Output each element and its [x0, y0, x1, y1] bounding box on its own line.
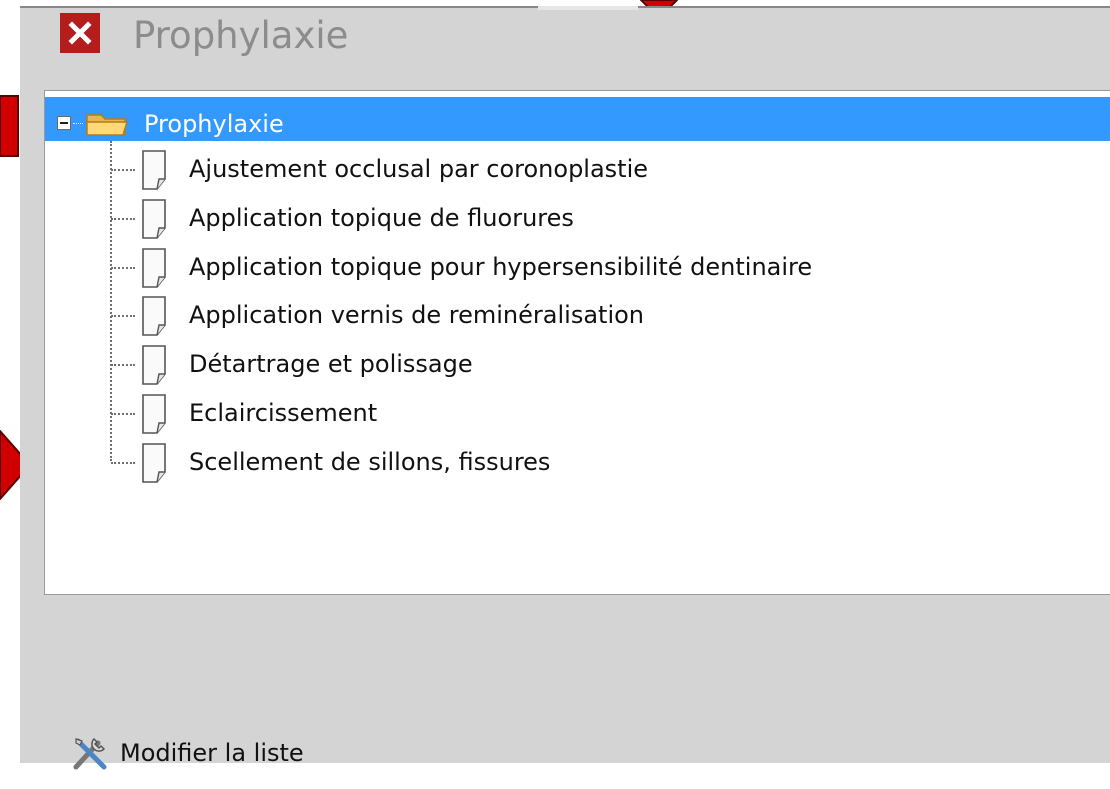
tree-item-label: Ajustement occlusal par coronoplastie [189, 155, 649, 183]
collapse-minus-icon[interactable] [57, 116, 71, 130]
document-icon [142, 150, 166, 190]
close-x-icon [68, 21, 92, 45]
tree-item-label: Eclaircissement [189, 399, 378, 427]
document-icon [142, 296, 166, 336]
document-icon [142, 394, 166, 434]
modify-list-label: Modifier la liste [120, 739, 304, 767]
tree-item-label: Application topique pour hypersensibilit… [189, 253, 813, 281]
tools-icon [73, 737, 107, 770]
tree-item[interactable]: Scellement de sillons, fissures [111, 438, 1110, 484]
tree-item[interactable]: Application vernis de reminéralisation [111, 291, 1110, 337]
tree-item-label: Application topique de fluorures [189, 204, 574, 232]
tree-connector [111, 267, 135, 269]
tree-item-label: Détartrage et polissage [189, 350, 473, 378]
window-title: Prophylaxie [133, 14, 349, 57]
tree-root-label: Prophylaxie [144, 110, 284, 138]
tree-item[interactable]: Ajustement occlusal par coronoplastie [111, 145, 1110, 191]
tree-view[interactable]: Prophylaxie Ajustement occlusal par coro… [44, 90, 1110, 595]
tree-item-label: Application vernis de reminéralisation [189, 301, 645, 329]
tree-item-label: Scellement de sillons, fissures [189, 448, 551, 476]
tree-root-node[interactable]: Prophylaxie [45, 97, 1110, 141]
tree-item[interactable]: Application topique de fluorures [111, 194, 1110, 240]
tree-item[interactable]: Eclaircissement [111, 389, 1110, 435]
document-icon [142, 248, 166, 288]
document-icon [142, 199, 166, 239]
tree-connector [111, 218, 135, 220]
close-button[interactable] [60, 13, 100, 53]
panel-top-notch [538, 6, 638, 10]
tree-item[interactable]: Détartrage et polissage [111, 340, 1110, 386]
tree-connector [111, 462, 135, 464]
tree-connector [111, 364, 135, 366]
tree-item[interactable]: Application topique pour hypersensibilit… [111, 243, 1110, 289]
modify-list-button[interactable]: Modifier la liste [70, 733, 320, 773]
tree-connector [111, 315, 135, 317]
document-icon [142, 345, 166, 385]
tree-connector [111, 413, 135, 415]
folder-icon [86, 114, 129, 136]
annotation-arrow-left-top [0, 95, 19, 157]
tree-connector [111, 169, 135, 171]
tree-connector [73, 123, 83, 124]
document-icon [142, 443, 166, 483]
